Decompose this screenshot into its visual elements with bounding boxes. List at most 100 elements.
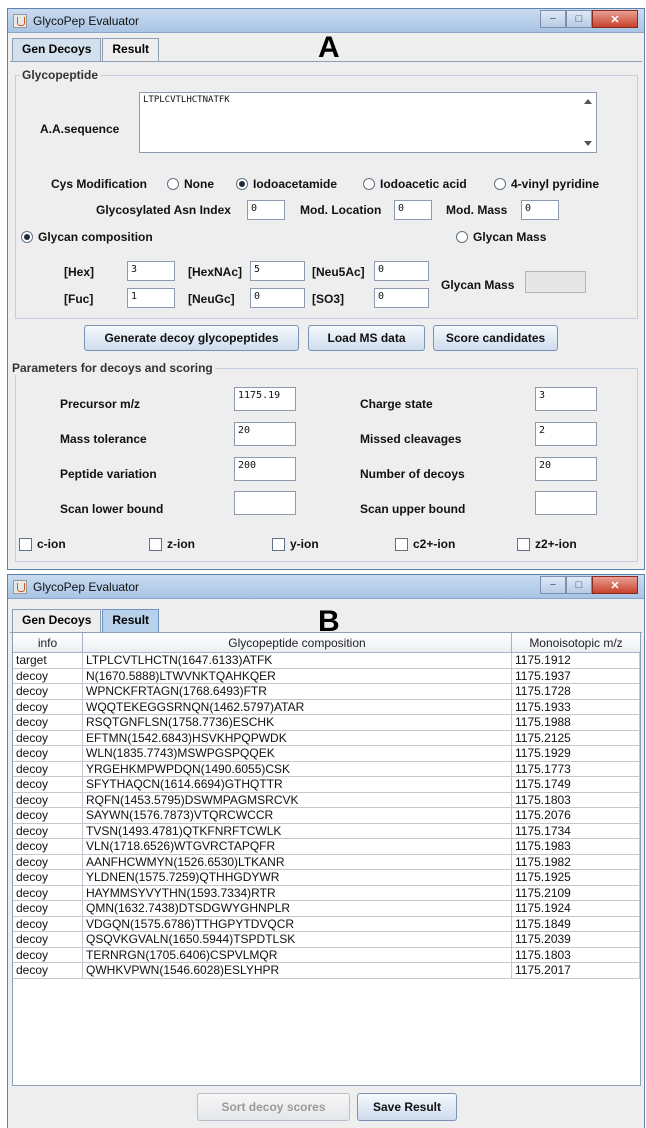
radio-cys-iodoacetamide[interactable]	[236, 178, 248, 190]
sort-decoy-scores-button[interactable]: Sort decoy scores	[197, 1093, 350, 1121]
header-mz[interactable]: Monoisotopic m/z	[512, 633, 640, 652]
tab-result[interactable]: Result	[102, 609, 160, 632]
window-gen-decoys: GlycoPep Evaluator − □ ✕ Gen Decoys Resu…	[7, 8, 645, 570]
fuc-input[interactable]: 1	[127, 288, 175, 308]
cys-modification-label: Cys Modification	[51, 177, 148, 191]
cell-info: decoy	[13, 761, 83, 777]
radio-glycan-mass[interactable]	[456, 231, 468, 243]
scroll-down-icon[interactable]	[584, 141, 592, 146]
radio-cys-vinyl-pyridine[interactable]	[494, 178, 506, 190]
close-icon[interactable]: ✕	[592, 10, 638, 28]
cell-mz: 1175.2076	[512, 808, 640, 824]
glycan-mass-label: Glycan Mass	[441, 278, 515, 292]
tab-bar: Gen Decoys Result	[12, 609, 160, 632]
window-title: GlycoPep Evaluator	[33, 580, 140, 594]
y-ion-checkbox[interactable]	[272, 538, 285, 551]
table-row[interactable]: decoy VLN(1718.6526)WTGVRCTAPQFR 1175.1983	[13, 839, 640, 855]
radio-cys-none[interactable]	[167, 178, 179, 190]
table-row[interactable]: decoy WLN(1835.7743)MSWPGSPQQEK 1175.1929	[13, 746, 640, 762]
cell-info: decoy	[13, 746, 83, 762]
hexnac-input[interactable]: 5	[250, 261, 305, 281]
cell-mz: 1175.1929	[512, 746, 640, 762]
cell-mz: 1175.1933	[512, 699, 640, 715]
tab-result[interactable]: Result	[102, 38, 160, 61]
generate-decoys-button[interactable]: Generate decoy glycopeptides	[84, 325, 299, 351]
table-row[interactable]: decoy N(1670.5888)LTWVNKTQAHKQER 1175.1937	[13, 668, 640, 684]
hex-input[interactable]: 3	[127, 261, 175, 281]
glycan-mass-input[interactable]	[525, 271, 586, 293]
maximize-icon[interactable]: □	[566, 10, 592, 28]
close-icon[interactable]: ✕	[592, 576, 638, 594]
number-of-decoys-input[interactable]: 20	[535, 457, 597, 481]
tab-gen-decoys[interactable]: Gen Decoys	[12, 609, 102, 632]
radio-cys-iodoacetic-acid[interactable]	[363, 178, 375, 190]
z2-ion-checkbox[interactable]	[517, 538, 530, 551]
mass-tolerance-input[interactable]: 20	[234, 422, 296, 446]
cell-mz: 1175.2125	[512, 730, 640, 746]
neu5ac-input[interactable]: 0	[374, 261, 429, 281]
tab-bar: Gen Decoys Result	[12, 38, 160, 61]
table-row[interactable]: decoy RQFN(1453.5795)DSWMPAGMSRCVK 1175.18…	[13, 792, 640, 808]
cell-composition: YRGEHKMPWPDQN(1490.6055)CSK	[83, 761, 512, 777]
cell-info: decoy	[13, 792, 83, 808]
cys-none-label: None	[184, 177, 214, 191]
scan-upper-bound-label: Scan upper bound	[360, 502, 466, 516]
table-row[interactable]: decoy YRGEHKMPWPDQN(1490.6055)CSK 1175.177…	[13, 761, 640, 777]
radio-glycan-composition[interactable]	[21, 231, 33, 243]
table-row[interactable]: decoy RSQTGNFLSN(1758.7736)ESCHK 1175.1988	[13, 715, 640, 731]
table-row[interactable]: decoy QWHKVPWN(1546.6028)ESLYHPR 1175.2017	[13, 963, 640, 979]
minimize-icon[interactable]: −	[540, 576, 566, 594]
mod-location-input[interactable]: 0	[394, 200, 432, 220]
save-result-button[interactable]: Save Result	[357, 1093, 457, 1121]
table-row[interactable]: decoy EFTMN(1542.6843)HSVKHPQPWDK 1175.212…	[13, 730, 640, 746]
header-composition[interactable]: Glycopeptide composition	[83, 633, 512, 652]
table-row[interactable]: decoy TVSN(1493.4781)QTKFNRFTCWLK 1175.173…	[13, 823, 640, 839]
peptide-variation-input[interactable]: 200	[234, 457, 296, 481]
neugc-input[interactable]: 0	[250, 288, 305, 308]
cell-composition: WQQTEKEGGSRNQN(1462.5797)ATAR	[83, 699, 512, 715]
charge-state-input[interactable]: 3	[535, 387, 597, 411]
table-row[interactable]: decoy HAYMMSYVYTHN(1593.7334)RTR 1175.2109	[13, 885, 640, 901]
missed-cleavages-input[interactable]: 2	[535, 422, 597, 446]
charge-state-label: Charge state	[360, 397, 433, 411]
scan-upper-bound-input[interactable]	[535, 491, 597, 515]
tab-gen-decoys[interactable]: Gen Decoys	[12, 38, 102, 61]
score-candidates-button[interactable]: Score candidates	[433, 325, 558, 351]
table-row[interactable]: decoy SAYWN(1576.7873)VTQRCWCCR 1175.2076	[13, 808, 640, 824]
cys-iodoacetamide-label: Iodoacetamide	[253, 177, 338, 191]
maximize-icon[interactable]: □	[566, 576, 592, 594]
table-row[interactable]: decoy QSQVKGVALN(1650.5944)TSPDTLSK 1175.2…	[13, 932, 640, 948]
hex-label: [Hex]	[64, 265, 95, 279]
so3-input[interactable]: 0	[374, 288, 429, 308]
table-row[interactable]: decoy WPNCKFRTAGN(1768.6493)FTR 1175.1728	[13, 684, 640, 700]
table-row[interactable]: decoy SFYTHAQCN(1614.6694)GTHQTTR 1175.174…	[13, 777, 640, 793]
cell-info: decoy	[13, 854, 83, 870]
c-ion-checkbox[interactable]	[19, 538, 32, 551]
title-bar[interactable]: GlycoPep Evaluator − □ ✕	[8, 9, 644, 33]
table-row[interactable]: decoy AANFHCWMYN(1526.6530)LTKANR 1175.198…	[13, 854, 640, 870]
aa-sequence-input[interactable]: LTPLCVTLHCTNATFK	[139, 92, 597, 153]
table-row[interactable]: decoy TERNRGN(1705.6406)CSPVLMQR 1175.1803	[13, 947, 640, 963]
mod-mass-input[interactable]: 0	[521, 200, 559, 220]
table-row[interactable]: decoy VDGQN(1575.6786)TTHGPYTDVQCR 1175.18…	[13, 916, 640, 932]
scan-lower-bound-input[interactable]	[234, 491, 296, 515]
cell-composition: N(1670.5888)LTWVNKTQAHKQER	[83, 668, 512, 684]
load-ms-data-button[interactable]: Load MS data	[308, 325, 425, 351]
minimize-icon[interactable]: −	[540, 10, 566, 28]
c2-ion-checkbox[interactable]	[395, 538, 408, 551]
z-ion-checkbox[interactable]	[149, 538, 162, 551]
cell-info: decoy	[13, 684, 83, 700]
title-bar[interactable]: GlycoPep Evaluator − □ ✕	[8, 575, 644, 599]
scroll-up-icon[interactable]	[584, 99, 592, 104]
asn-index-input[interactable]: 0	[247, 200, 285, 220]
table-row[interactable]: target LTPLCVTLHCTN(1647.6133)ATFK 1175.19…	[13, 653, 640, 669]
cell-mz: 1175.1924	[512, 901, 640, 917]
precursor-mz-input[interactable]: 1175.19	[234, 387, 296, 411]
mod-location-label: Mod. Location	[300, 203, 382, 217]
table-row[interactable]: decoy WQQTEKEGGSRNQN(1462.5797)ATAR 1175.1…	[13, 699, 640, 715]
header-info[interactable]: info	[13, 633, 83, 652]
cell-info: target	[13, 653, 83, 669]
table-row[interactable]: decoy QMN(1632.7438)DTSDGWYGHNPLR 1175.192…	[13, 901, 640, 917]
table-row[interactable]: decoy YLDNEN(1575.7259)QTHHGDYWR 1175.1925	[13, 870, 640, 886]
result-table[interactable]: info Glycopeptide composition Monoisotop…	[12, 632, 641, 1086]
